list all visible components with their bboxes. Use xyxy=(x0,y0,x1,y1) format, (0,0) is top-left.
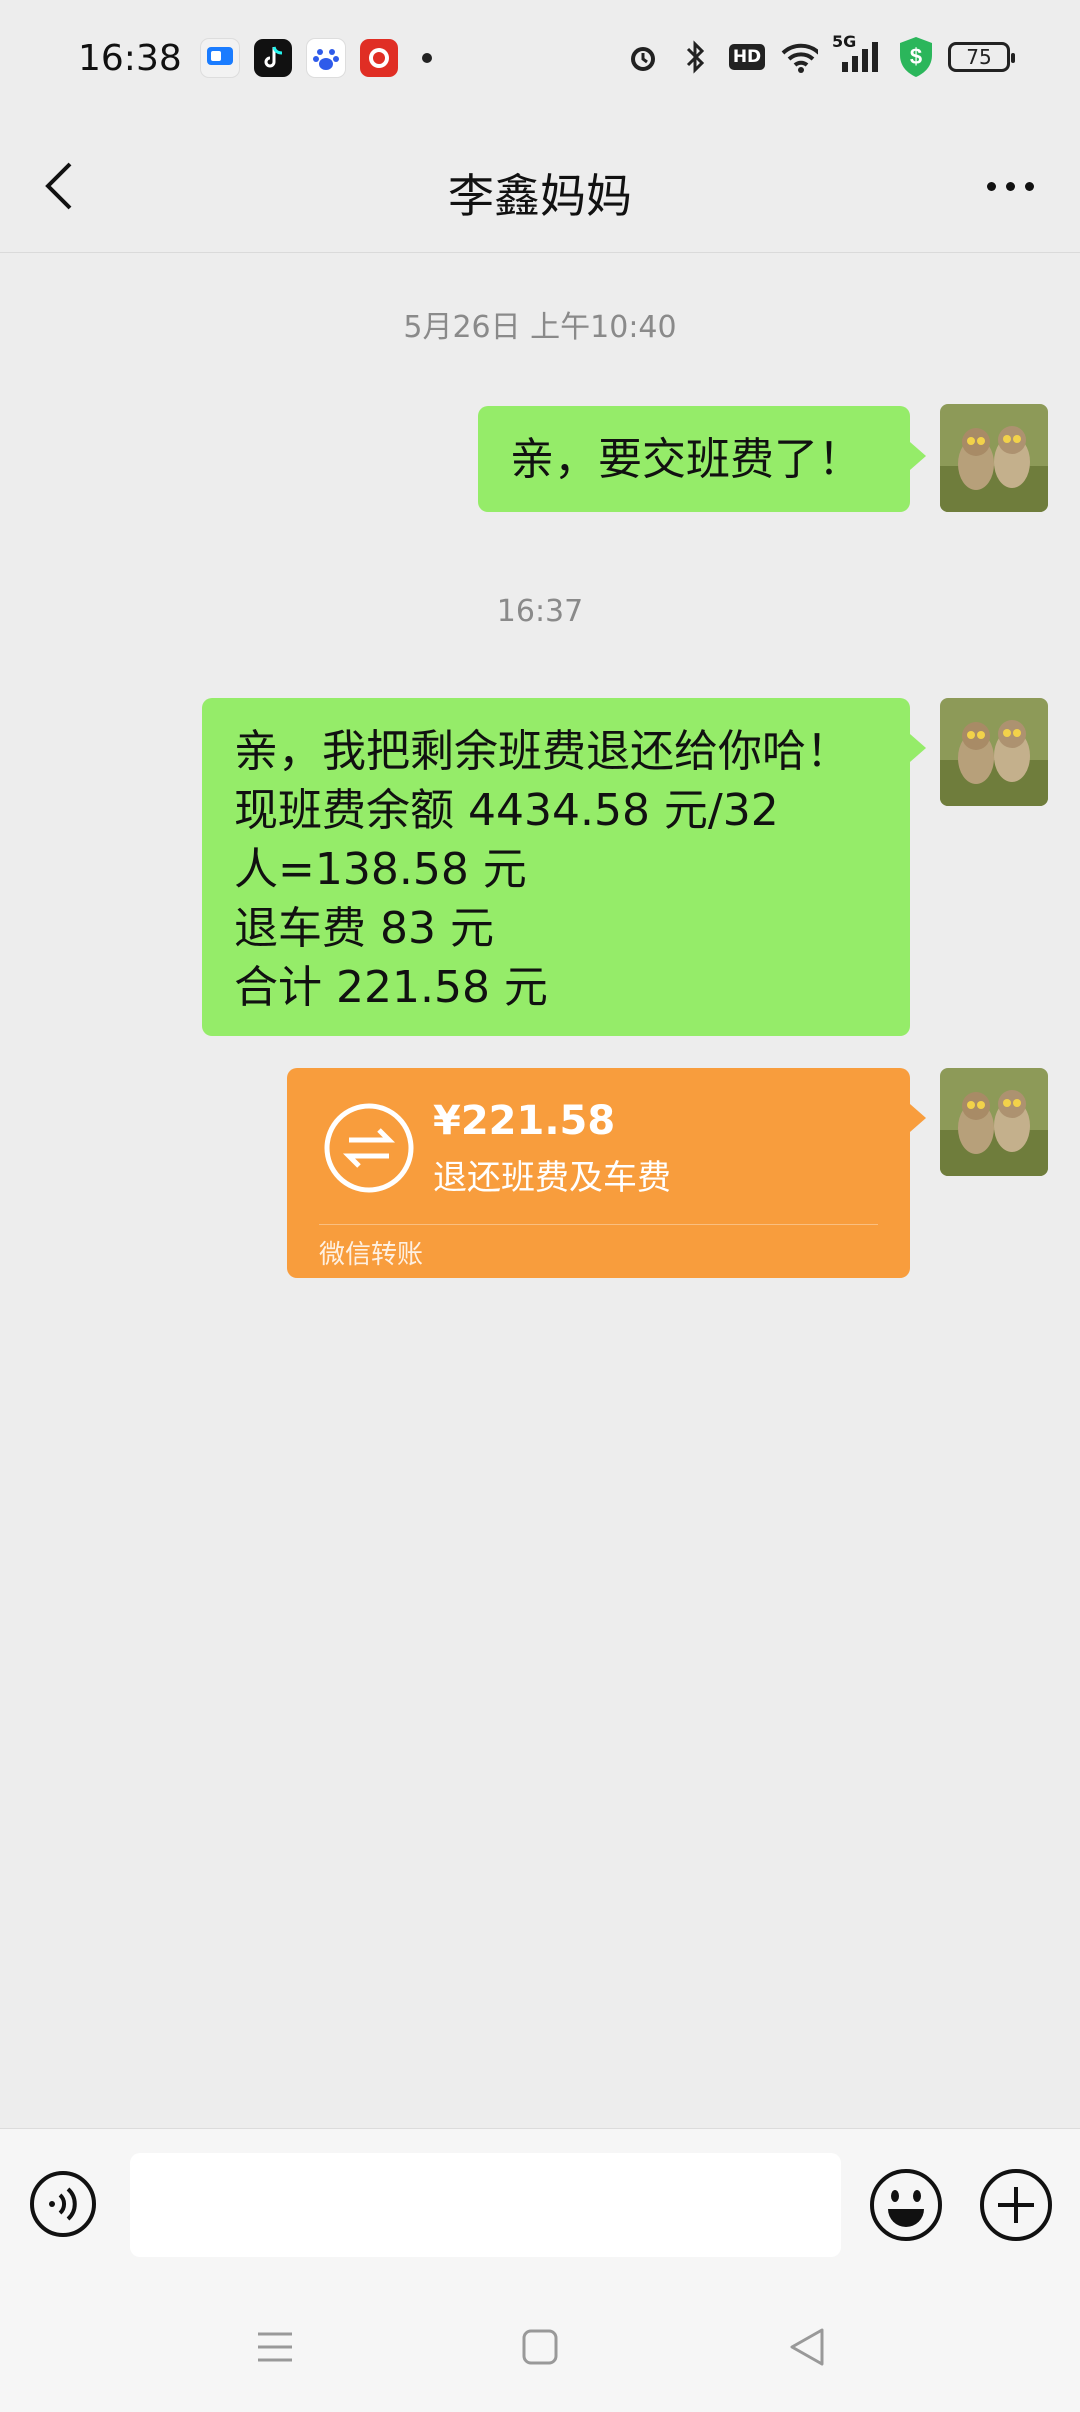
messenger-app-icon xyxy=(200,38,240,78)
baidu-app-icon xyxy=(306,38,346,78)
owl-avatar-image xyxy=(940,404,1048,512)
voice-input-icon[interactable] xyxy=(28,2169,98,2239)
security-shield-icon: $ xyxy=(896,37,934,77)
pinduoduo-app-icon xyxy=(360,39,398,77)
transfer-type-label: 微信转账 xyxy=(319,1240,424,1270)
status-app-icons xyxy=(200,38,432,78)
wechat-transfer-card[interactable]: ¥221.58 退还班费及车费 微信转账 xyxy=(287,1068,926,1278)
owl-avatar-image xyxy=(940,1068,1048,1176)
emoji-icon[interactable] xyxy=(868,2167,944,2243)
status-right-icons: HD 5G $ 75 xyxy=(624,32,1015,77)
system-nav-bar xyxy=(0,2280,1080,2412)
hd-icon: HD xyxy=(728,38,766,76)
bluetooth-icon xyxy=(676,38,714,76)
battery-indicator: 75 xyxy=(948,42,1015,72)
page-title: 李鑫妈妈 xyxy=(448,169,632,223)
message-text-line: 人=138.58 元 xyxy=(234,844,527,895)
tiktok-app-icon xyxy=(254,39,292,77)
sent-message-bubble[interactable]: 亲，要交班费了！ xyxy=(478,406,926,512)
message-text-line: 合计 221.58 元 xyxy=(234,962,548,1013)
transfer-amount: ¥221.58 xyxy=(433,1098,616,1144)
message-timestamp: 5月26日 上午10:40 xyxy=(403,310,677,345)
message-text-line: 现班费余额 4434.58 元/32 xyxy=(234,785,779,836)
message-input[interactable] xyxy=(130,2153,841,2257)
message-text: 亲，要交班费了！ xyxy=(510,434,862,485)
svg-text:$: $ xyxy=(910,44,922,69)
chat-input-bar xyxy=(0,2128,1080,2281)
notification-dot xyxy=(422,53,432,63)
wifi-icon xyxy=(780,38,818,76)
5g-signal-icon: 5G xyxy=(832,32,882,76)
alarm-icon xyxy=(624,38,662,76)
divider xyxy=(319,1224,878,1225)
message-text-line: 亲，我把剩余班费退还给你哈！ xyxy=(234,726,850,777)
status-bar: 16:38 HD 5G $ 75 xyxy=(0,0,1080,120)
message-text-line: 退车费 83 元 xyxy=(234,903,494,954)
home-icon[interactable] xyxy=(515,2322,565,2372)
plus-icon[interactable] xyxy=(978,2167,1054,2243)
user-avatar[interactable] xyxy=(940,698,1048,806)
menu-icon[interactable] xyxy=(250,2322,300,2372)
user-avatar[interactable] xyxy=(940,1068,1048,1176)
transfer-icon xyxy=(324,1103,414,1193)
sent-message-bubble[interactable]: 亲，我把剩余班费退还给你哈！ 现班费余额 4434.58 元/32 人=138.… xyxy=(202,698,926,1036)
back-triangle-icon[interactable] xyxy=(782,2322,832,2372)
more-options-button[interactable] xyxy=(970,156,1050,216)
user-avatar[interactable] xyxy=(940,404,1048,512)
chat-header: 李鑫妈妈 xyxy=(0,120,1080,253)
transfer-memo: 退还班费及车费 xyxy=(433,1158,671,1198)
status-time: 16:38 xyxy=(78,38,182,79)
more-dots-icon xyxy=(986,181,996,191)
owl-avatar-image xyxy=(940,698,1048,806)
message-timestamp: 16:37 xyxy=(496,594,584,629)
